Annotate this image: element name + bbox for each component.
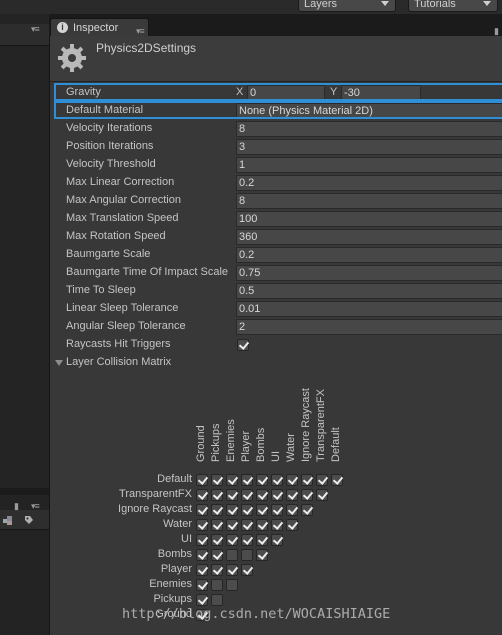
matrix-checkbox[interactable] [196, 504, 208, 516]
layers-dropdown-label: Layers [304, 0, 338, 10]
layers-dropdown[interactable]: Layers [298, 0, 396, 12]
layer-collision-matrix: Ground Pickups Enemies Player Bombs UI Water Ig… [50, 36, 502, 635]
matrix-checkbox[interactable] [211, 579, 223, 591]
chevron-down-icon [483, 1, 491, 6]
matrix-checkbox[interactable] [211, 519, 223, 531]
matrix-row-label: Ground [155, 608, 192, 620]
matrix-column-label: Player [240, 430, 252, 462]
matrix-checkbox[interactable] [211, 504, 223, 516]
matrix-checkbox[interactable] [241, 549, 253, 561]
matrix-checkbox[interactable] [211, 489, 223, 501]
matrix-checkbox[interactable] [301, 489, 313, 501]
matrix-column-label: Pickups [210, 423, 222, 462]
top-toolbar: Layers Tutorials [0, 0, 502, 14]
matrix-checkbox[interactable] [211, 474, 223, 486]
matrix-checkbox[interactable] [271, 534, 283, 546]
matrix-checkbox[interactable] [241, 534, 253, 546]
matrix-checkbox[interactable] [196, 474, 208, 486]
matrix-checkbox[interactable] [211, 594, 223, 606]
matrix-checkbox[interactable] [226, 489, 238, 501]
matrix-row-label: Default [157, 473, 192, 485]
matrix-checkbox[interactable] [241, 564, 253, 576]
matrix-checkbox[interactable] [256, 504, 268, 516]
matrix-checkbox[interactable] [271, 489, 283, 501]
matrix-checkbox[interactable] [211, 534, 223, 546]
matrix-column-label: Bombs [255, 427, 267, 462]
tab-inspector[interactable]: i Inspector [50, 18, 149, 37]
matrix-checkbox[interactable] [301, 504, 313, 516]
matrix-checkbox[interactable] [286, 489, 298, 501]
matrix-checkbox[interactable] [331, 474, 343, 486]
matrix-row-label: TransparentFX [119, 488, 192, 500]
matrix-checkbox[interactable] [196, 549, 208, 561]
matrix-checkbox[interactable] [211, 564, 223, 576]
lock-icon[interactable]: ▮ [14, 501, 19, 512]
matrix-checkbox[interactable] [241, 519, 253, 531]
matrix-row-label: Bombs [157, 548, 192, 560]
panel-menu-icon[interactable]: ▾≡ [31, 501, 40, 512]
matrix-checkbox[interactable] [211, 549, 223, 561]
matrix-checkbox[interactable] [286, 504, 298, 516]
matrix-checkbox[interactable] [316, 489, 328, 501]
matrix-checkbox[interactable] [256, 549, 268, 561]
matrix-column-label: UI [270, 451, 282, 462]
prefab-icon[interactable] [3, 516, 13, 525]
matrix-checkbox[interactable] [226, 564, 238, 576]
matrix-checkbox[interactable] [226, 549, 238, 561]
matrix-checkbox[interactable] [226, 519, 238, 531]
matrix-column-label: Water [285, 433, 297, 462]
left-panel-top-toolbar [0, 24, 49, 46]
matrix-checkbox[interactable] [256, 474, 268, 486]
matrix-column-label: Ground [195, 425, 207, 462]
tag-icon[interactable] [24, 515, 34, 525]
matrix-checkbox[interactable] [256, 519, 268, 531]
matrix-checkbox[interactable] [196, 519, 208, 531]
matrix-row-label: Pickups [153, 593, 192, 605]
matrix-checkbox[interactable] [271, 474, 283, 486]
tab-inspector-label: Inspector [73, 22, 119, 34]
matrix-checkbox[interactable] [196, 564, 208, 576]
matrix-checkbox[interactable] [226, 534, 238, 546]
inspector-panel: Physics2DSettings Gravity X 0 Y -30 Defa… [49, 36, 502, 635]
matrix-checkbox[interactable] [241, 489, 253, 501]
left-panel-bottom: ▮ ▾≡ [0, 495, 49, 635]
chevron-down-icon [381, 1, 389, 6]
matrix-checkbox[interactable] [196, 579, 208, 591]
matrix-checkbox[interactable] [241, 504, 253, 516]
matrix-checkbox[interactable] [196, 594, 208, 606]
matrix-checkbox[interactable] [271, 504, 283, 516]
matrix-checkbox[interactable] [256, 489, 268, 501]
matrix-checkbox[interactable] [196, 489, 208, 501]
matrix-checkbox[interactable] [316, 474, 328, 486]
matrix-row-label: UI [181, 533, 192, 545]
tutorials-dropdown-label: Tutorials [414, 0, 456, 10]
matrix-row-label: Ignore Raycast [118, 503, 192, 515]
matrix-checkbox[interactable] [226, 474, 238, 486]
panel-menu-icon[interactable]: ▾≡ [31, 24, 40, 35]
info-icon: i [57, 22, 68, 33]
matrix-row-label: Water [163, 518, 192, 530]
matrix-column-label: Enemies [225, 419, 237, 462]
matrix-checkbox[interactable] [226, 504, 238, 516]
matrix-checkbox[interactable] [196, 609, 208, 621]
matrix-column-label: TransparentFX [315, 389, 327, 462]
matrix-checkbox[interactable] [301, 474, 313, 486]
matrix-row-label: Player [160, 563, 192, 575]
matrix-checkbox[interactable] [241, 474, 253, 486]
matrix-row-label: Enemies [149, 578, 192, 590]
matrix-column-label: Ignore Raycast [300, 388, 312, 462]
matrix-checkbox[interactable] [286, 474, 298, 486]
matrix-checkbox[interactable] [286, 519, 298, 531]
matrix-checkbox[interactable] [196, 534, 208, 546]
tutorials-dropdown[interactable]: Tutorials [408, 0, 498, 12]
matrix-checkbox[interactable] [271, 519, 283, 531]
matrix-checkbox[interactable] [256, 534, 268, 546]
left-panel-top: ▾≡ [0, 14, 49, 488]
matrix-checkbox[interactable] [226, 579, 238, 591]
matrix-column-label: Default [330, 427, 342, 462]
